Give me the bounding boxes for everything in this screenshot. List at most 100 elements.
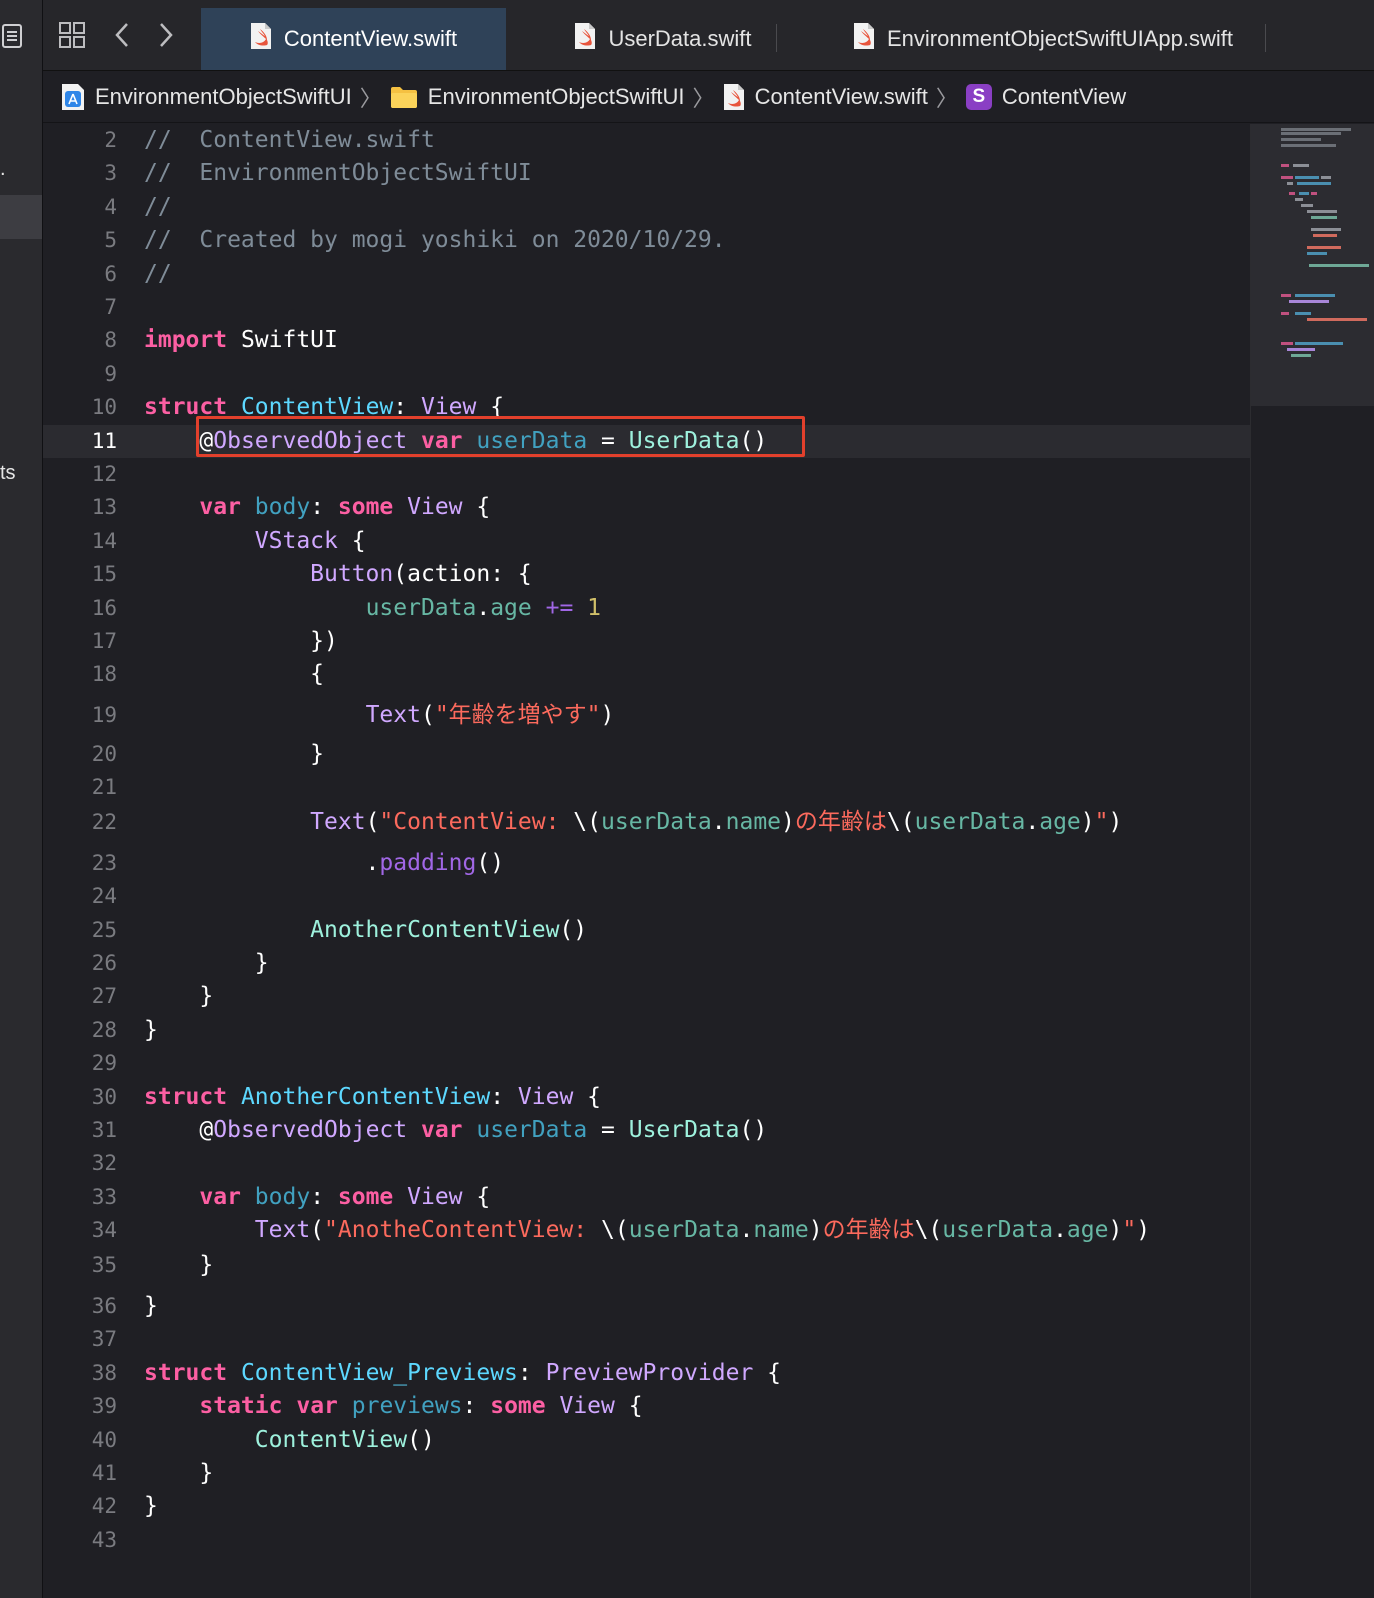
code-token: ( [420, 702, 435, 728]
code-line[interactable]: 41 } [43, 1457, 1250, 1490]
code-line[interactable]: 3 // EnvironmentObjectSwiftUI [43, 157, 1250, 190]
code-line[interactable]: 8 import SwiftUI [43, 324, 1250, 357]
code-line[interactable]: 38 struct ContentView_Previews: PreviewPr… [43, 1357, 1250, 1390]
chevron-right-icon[interactable] [149, 18, 183, 52]
code-token: padding [379, 850, 477, 876]
code-line[interactable]: 2 // ContentView.swift [43, 124, 1250, 157]
code-line[interactable]: 23 .padding() [43, 847, 1250, 880]
code-token: "ContentView: [379, 809, 574, 835]
tab-label: ContentView.swift [283, 26, 458, 51]
code-line[interactable]: 14 VStack { [43, 525, 1250, 558]
code-line[interactable]: 13 var body: some View { [43, 491, 1250, 524]
code-line[interactable]: 22 Text("ContentView: \(userData.name)の年… [43, 806, 1250, 839]
code-line[interactable]: 33 var body: some View { [43, 1181, 1250, 1214]
code-line[interactable]: 5 // Created by mogi yoshiki on 2020/10/2… [43, 224, 1250, 257]
line-number: 26 [91, 951, 117, 975]
code-token: () [559, 917, 588, 943]
code-token: userData [476, 1117, 588, 1143]
grid-icon[interactable] [55, 18, 89, 52]
code-token: var [199, 494, 241, 520]
code-line[interactable]: 12 [43, 458, 1250, 491]
tab-userdata-swift[interactable]: UserData.swift [523, 8, 803, 70]
code-text: struct AnotherContentView: View { [144, 1081, 601, 1114]
breadcrumb-item-folder[interactable]: EnvironmentObjectSwiftUI [390, 84, 685, 110]
code-text: } [144, 1249, 213, 1282]
breadcrumb-item-struct[interactable]: S ContentView [965, 83, 1126, 110]
minimap[interactable] [1250, 124, 1374, 1598]
code-line[interactable]: 17 }) [43, 625, 1250, 658]
code-line[interactable]: 7 [43, 291, 1250, 324]
code-line[interactable]: 34 Text("AnotheContentView: \(userData.n… [43, 1214, 1250, 1247]
code-line[interactable]: 26 } [43, 947, 1250, 980]
code-text: AnotherContentView() [144, 914, 587, 947]
minimap-code-streak [1291, 354, 1311, 357]
breadcrumb-label: EnvironmentObjectSwiftUI [95, 83, 352, 109]
code-line[interactable]: 6 // [43, 258, 1250, 291]
code-line[interactable]: 27 } [43, 980, 1250, 1013]
chevron-left-icon[interactable] [105, 18, 139, 52]
code-token: Text [254, 1217, 311, 1243]
code-token: var [296, 1393, 338, 1419]
minimap-code-streak [1289, 300, 1329, 303]
code-text: // ContentView.swift [144, 124, 435, 157]
code-token: Text [365, 702, 421, 728]
minimap-code-streak [1281, 312, 1289, 315]
code-line[interactable]: 18 { [43, 658, 1250, 691]
minimap-code-streak [1307, 246, 1341, 249]
line-number: 38 [91, 1361, 117, 1385]
navigator-list-icon[interactable] [2, 24, 22, 53]
navigator-selected-row[interactable] [0, 195, 42, 239]
code-line[interactable]: 24 [43, 880, 1250, 913]
breadcrumb-item-file[interactable]: ContentView.swift [723, 83, 928, 111]
code-line[interactable]: 29 [43, 1047, 1250, 1080]
code-line[interactable]: 32 [43, 1147, 1250, 1180]
code-token: some [337, 494, 394, 520]
code-line[interactable]: 31 @ObservedObject var userData = UserDa… [43, 1114, 1250, 1147]
code-line[interactable]: 37 [43, 1323, 1250, 1356]
line-number: 21 [91, 775, 117, 799]
code-text: // EnvironmentObjectSwiftUI [144, 157, 532, 190]
line-number: 20 [91, 742, 117, 766]
code-line[interactable]: 35 } [43, 1249, 1250, 1282]
code-line[interactable]: 40 ContentView() [43, 1424, 1250, 1457]
code-text: { [144, 658, 324, 691]
line-number: 42 [91, 1494, 117, 1518]
tab-environmentobjectswiftuiapp-swift[interactable]: EnvironmentObjectSwiftUIApp.swift [813, 8, 1273, 70]
code-token: ContentView_Previews [240, 1360, 518, 1386]
code-token: { [462, 1184, 491, 1210]
code-line[interactable]: 21 [43, 771, 1250, 804]
code-line[interactable]: 25 AnotherContentView() [43, 914, 1250, 947]
code-text: // Created by mogi yoshiki on 2020/10/29… [144, 224, 726, 257]
code-text: import SwiftUI [144, 324, 338, 357]
breadcrumb-item-project[interactable]: EnvironmentObjectSwiftUI [61, 83, 352, 111]
tab-contentview-swift[interactable]: ContentView.swift [201, 8, 506, 70]
code-line[interactable]: 30 struct AnotherContentView: View { [43, 1081, 1250, 1114]
line-number: 25 [91, 918, 117, 942]
code-line[interactable]: 9 [43, 358, 1250, 391]
code-text: @ObservedObject var userData = UserData(… [144, 1114, 767, 1147]
code-token: var [420, 1117, 463, 1143]
line-number: 31 [91, 1118, 117, 1142]
code-editor[interactable]: 2 // ContentView.swift 3 // EnvironmentObje… [43, 124, 1250, 1598]
minimap-code-streak [1295, 294, 1335, 297]
code-token: VStack [254, 528, 338, 554]
code-line[interactable]: 39 static var previews: some View { [43, 1390, 1250, 1423]
code-token: "AnotheContentView: [324, 1217, 601, 1243]
code-line[interactable]: 36} [43, 1290, 1250, 1323]
code-line[interactable]: 42} [43, 1490, 1250, 1523]
code-line[interactable]: 16 userData.age += 1 [43, 592, 1250, 625]
struct-icon: S [965, 83, 992, 110]
code-line[interactable]: 15 Button(action: { [43, 558, 1250, 591]
code-line[interactable]: 19 Text("年齢を増やす") [43, 699, 1250, 732]
code-line[interactable]: 4 // [43, 191, 1250, 224]
code-line[interactable]: 28} [43, 1014, 1250, 1047]
code-line[interactable]: 43 [43, 1524, 1250, 1557]
code-text: Button(action: { [144, 558, 532, 591]
code-line[interactable]: 20 } [43, 738, 1250, 771]
